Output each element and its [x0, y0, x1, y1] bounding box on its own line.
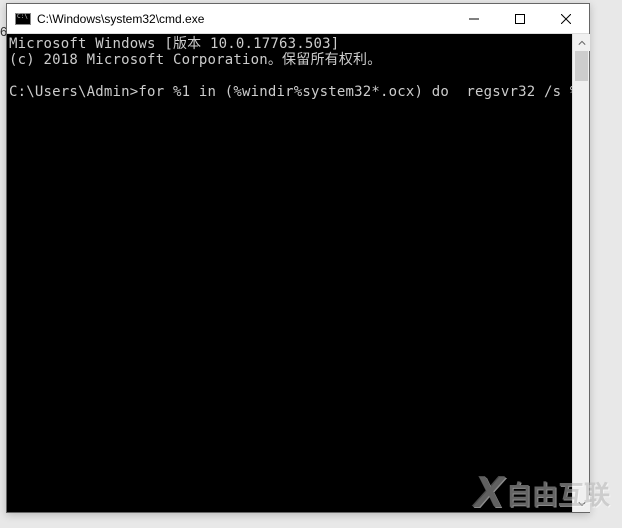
terminal-line: Microsoft Windows [版本 10.0.17763.503] [9, 36, 339, 52]
close-icon [561, 14, 571, 24]
client-area: Microsoft Windows [版本 10.0.17763.503] (c… [7, 34, 589, 512]
terminal-prompt-line: C:\Users\Admin>for %1 in (%windir%system… [9, 84, 572, 100]
window-controls [451, 4, 589, 33]
minimize-icon [469, 14, 479, 24]
chevron-down-icon [578, 500, 586, 508]
titlebar[interactable]: C:\Windows\system32\cmd.exe [7, 4, 589, 34]
close-button[interactable] [543, 4, 589, 34]
scroll-up-button[interactable] [573, 34, 590, 51]
vertical-scrollbar[interactable] [572, 34, 589, 512]
maximize-button[interactable] [497, 4, 543, 34]
minimize-button[interactable] [451, 4, 497, 34]
chevron-up-icon [578, 39, 586, 47]
terminal-output[interactable]: Microsoft Windows [版本 10.0.17763.503] (c… [7, 34, 572, 512]
scroll-down-button[interactable] [573, 495, 590, 512]
cmd-window: C:\Windows\system32\cmd.exe Microsoft Wi… [6, 3, 590, 513]
window-title: C:\Windows\system32\cmd.exe [37, 12, 451, 26]
scrollbar-track[interactable] [573, 34, 589, 512]
maximize-icon [515, 14, 525, 24]
terminal-line: (c) 2018 Microsoft Corporation。保留所有权利。 [9, 52, 381, 68]
cmd-icon [15, 13, 31, 25]
scrollbar-thumb[interactable] [575, 51, 588, 81]
